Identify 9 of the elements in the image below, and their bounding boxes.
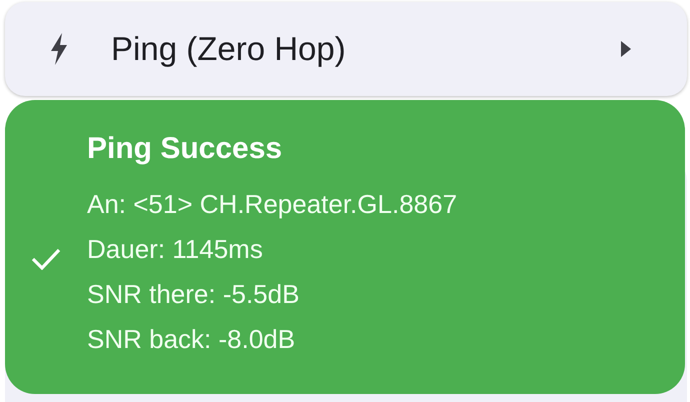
toast-title: Ping Success: [87, 132, 284, 166]
menu-item-label: Ping (Zero Hop): [111, 30, 347, 68]
toast-line: SNR back: -8.0dB: [87, 323, 296, 356]
toast-line: Dauer: 1145ms: [87, 233, 264, 266]
caret-icon: [621, 41, 631, 57]
toast-line: An: <51> CH.Repeater.GL.8867: [87, 188, 458, 221]
lightning-icon: [49, 33, 69, 65]
toast-line: SNR there: -5.5dB: [87, 278, 300, 311]
menu-item[interactable]: Ping (Zero Hop): [5, 2, 687, 96]
